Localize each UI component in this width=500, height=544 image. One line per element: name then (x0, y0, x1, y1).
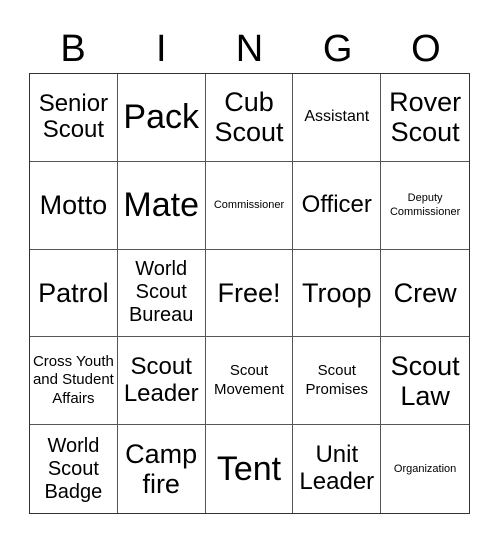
bingo-cell[interactable]: Scout Leader (117, 337, 206, 426)
header-letter-o: O (411, 28, 441, 70)
bingo-cell[interactable]: Cub Scout (205, 74, 294, 162)
bingo-cell[interactable]: Unit Leader (293, 425, 382, 513)
bingo-cell[interactable]: Motto (30, 161, 118, 250)
bingo-cell[interactable]: Scout Law (381, 337, 469, 426)
bingo-cell[interactable]: Mate (117, 161, 206, 250)
bingo-cell[interactable]: World Scout Bureau (117, 249, 206, 338)
bingo-cell[interactable]: Scout Movement (205, 337, 294, 426)
bingo-cell[interactable]: Pack (117, 74, 206, 162)
bingo-cell[interactable]: Rover Scout (381, 74, 469, 162)
bingo-cell[interactable]: Organization (381, 425, 469, 513)
bingo-cell[interactable]: Tent (206, 425, 294, 513)
header-letter-g: G (322, 28, 353, 70)
header-letter-i: I (156, 28, 167, 70)
bingo-cell[interactable]: Cross Youth and Student Affairs (30, 337, 118, 426)
bingo-cell[interactable]: Camp fire (118, 425, 206, 513)
bingo-cell[interactable]: Deputy Commissioner (381, 162, 469, 250)
bingo-cell[interactable]: Senior Scout (30, 74, 118, 162)
bingo-cell[interactable]: Crew (381, 250, 469, 338)
bingo-cell[interactable]: Troop (293, 249, 382, 338)
free-space-cell[interactable]: Free! (205, 249, 294, 338)
bingo-header: B I N G O (29, 24, 470, 74)
bingo-cell[interactable]: World Scout Badge (30, 425, 118, 513)
bingo-cell[interactable]: Commissioner (205, 161, 294, 250)
header-letter-n: N (235, 28, 264, 70)
bingo-cell[interactable]: Patrol (30, 249, 118, 338)
bingo-cell[interactable]: Scout Promises (293, 337, 382, 426)
bingo-cell[interactable]: Officer (293, 161, 382, 250)
header-letter-b: B (60, 28, 86, 70)
bingo-grid: Senior Scout Pack Cub Scout Assistant Rover … (29, 73, 470, 514)
bingo-cell[interactable]: Assistant (293, 74, 382, 162)
